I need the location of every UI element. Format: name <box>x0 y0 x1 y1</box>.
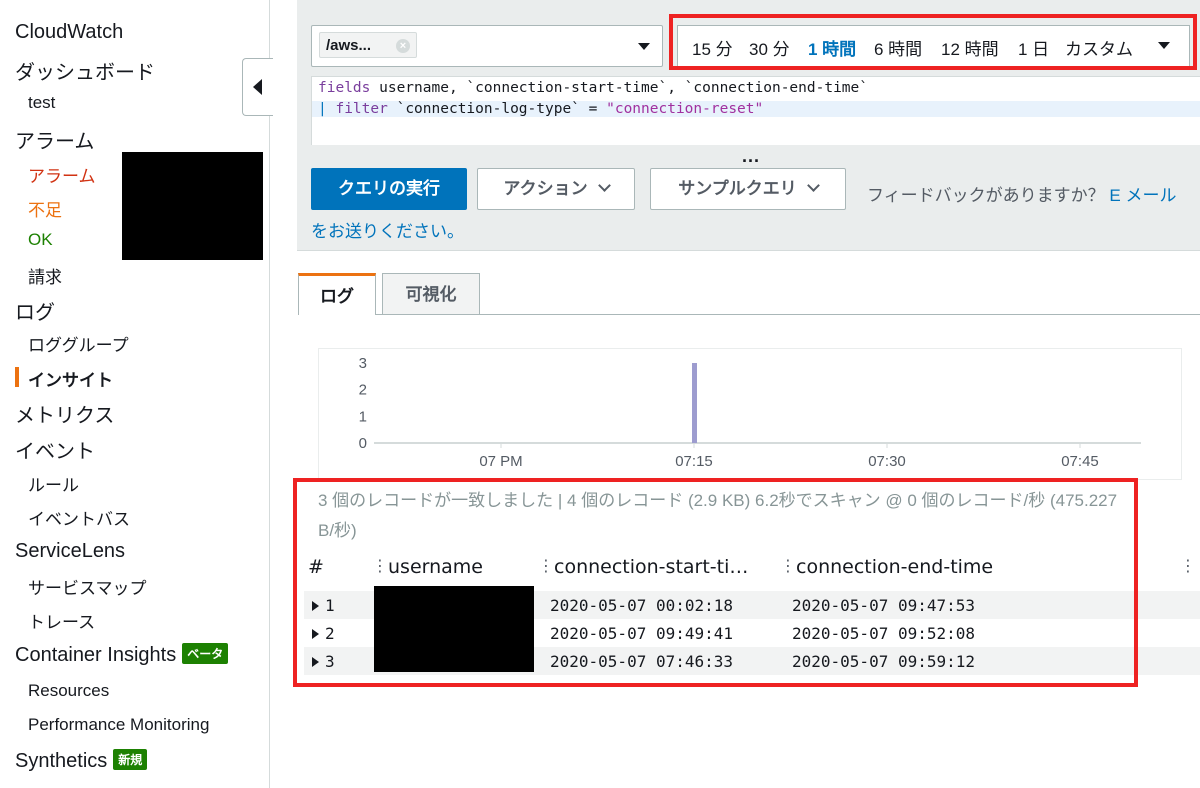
sidebar-item-insufficient[interactable]: 不足 <box>28 196 62 221</box>
sidebar-item-performance-monitoring[interactable]: Performance Monitoring <box>28 715 209 735</box>
sidebar-item-dashboards[interactable]: ダッシュボード <box>15 56 155 85</box>
redacted-block <box>122 152 263 260</box>
query-editor[interactable]: fields username, `connection-start-time`… <box>311 76 1200 145</box>
sidebar-item-servicelens[interactable]: ServiceLens <box>15 540 125 563</box>
code-string: "connection-reset" <box>606 101 764 117</box>
y-tick-label: 2 <box>359 382 367 399</box>
collapse-sidebar-button[interactable] <box>242 58 273 116</box>
sidebar-item-alarms[interactable]: アラーム <box>15 125 94 154</box>
y-tick-label: 3 <box>359 355 367 372</box>
histogram-bar <box>692 363 697 443</box>
x-tick-label: 07:45 <box>1061 453 1099 470</box>
sidebar-item-container-insights[interactable]: Container Insights ベータ <box>15 643 229 667</box>
sidebar-item-billing[interactable]: 請求 <box>28 263 62 288</box>
y-tick-label: 0 <box>359 435 367 452</box>
sidebar-item-service-map[interactable]: サービスマップ <box>28 574 147 599</box>
actions-button[interactable]: アクション <box>477 168 635 210</box>
log-group-select[interactable]: /aws... × <box>311 25 663 67</box>
x-tick-label: 07:15 <box>675 453 713 470</box>
x-tick-label: 07:30 <box>868 453 906 470</box>
code-line-1: fields username, `connection-start-time`… <box>318 80 868 96</box>
log-group-chip: /aws... × <box>319 32 417 58</box>
log-group-chip-label: /aws... <box>326 37 372 54</box>
sidebar-item-event-buses[interactable]: イベントバス <box>28 505 130 530</box>
actions-label: アクション <box>503 179 588 198</box>
active-indicator <box>15 367 19 387</box>
histogram-chart: 0 1 2 3 07 PM 07:15 07:30 07:45 <box>318 348 1182 480</box>
sidebar-item-ok[interactable]: OK <box>28 230 53 250</box>
highlight-box-time-range <box>669 14 1197 70</box>
caret-down-icon[interactable] <box>638 43 650 50</box>
editor-resize-handle[interactable]: ... <box>742 146 760 167</box>
code-pipe: | <box>318 101 336 117</box>
container-insights-label: Container Insights <box>15 644 177 666</box>
sidebar-item-synthetics[interactable]: Synthetics 新規 <box>15 749 148 773</box>
tab-divider <box>376 314 1200 315</box>
chevron-down-icon <box>806 179 820 192</box>
tab-logs[interactable]: ログ <box>298 273 376 315</box>
sidebar-item-resources[interactable]: Resources <box>28 681 109 701</box>
highlight-box-results <box>293 478 1138 687</box>
sidebar-item-dashboard-test[interactable]: test <box>28 93 55 113</box>
chip-remove-icon[interactable]: × <box>396 39 410 53</box>
code-keyword: fields <box>318 80 371 96</box>
sidebar-item-log-groups[interactable]: ロググループ <box>28 331 129 356</box>
sidebar-item-alarm-state[interactable]: アラーム <box>28 162 96 187</box>
caret-left-icon <box>253 79 262 95</box>
sidebar-item-rules[interactable]: ルール <box>28 471 79 496</box>
sidebar-item-metrics[interactable]: メトリクス <box>15 399 114 428</box>
code-text: username, `connection-start-time`, `conn… <box>370 80 868 96</box>
sidebar: CloudWatch ダッシュボード test アラーム アラーム 不足 OK … <box>0 0 270 788</box>
column-menu-icon[interactable]: ⋮ <box>1180 556 1196 576</box>
sample-queries-label: サンプルクエリ <box>678 179 797 198</box>
sample-queries-button[interactable]: サンプルクエリ <box>650 168 846 210</box>
run-query-button[interactable]: クエリの実行 <box>311 168 467 210</box>
y-tick-label: 1 <box>359 408 367 425</box>
x-tick-label: 07 PM <box>479 453 522 470</box>
sidebar-item-traces[interactable]: トレース <box>28 608 95 633</box>
synthetics-label: Synthetics <box>15 750 108 772</box>
chevron-down-icon <box>597 179 611 192</box>
beta-badge: ベータ <box>182 643 229 664</box>
tab-visualization[interactable]: 可視化 <box>382 273 480 315</box>
code-text: `connection-log-type` = <box>387 101 607 117</box>
code-line-2: | filter `connection-log-type` = "connec… <box>312 101 1200 117</box>
feedback-question: フィードバックがありますか？ <box>867 186 1105 205</box>
new-badge: 新規 <box>113 749 148 770</box>
sidebar-item-events[interactable]: イベント <box>15 435 95 464</box>
sidebar-item-cloudwatch[interactable]: CloudWatch <box>15 21 123 44</box>
code-keyword: filter <box>335 101 388 117</box>
sidebar-item-logs[interactable]: ログ <box>15 296 55 325</box>
sidebar-item-insights[interactable]: インサイト <box>28 366 113 391</box>
